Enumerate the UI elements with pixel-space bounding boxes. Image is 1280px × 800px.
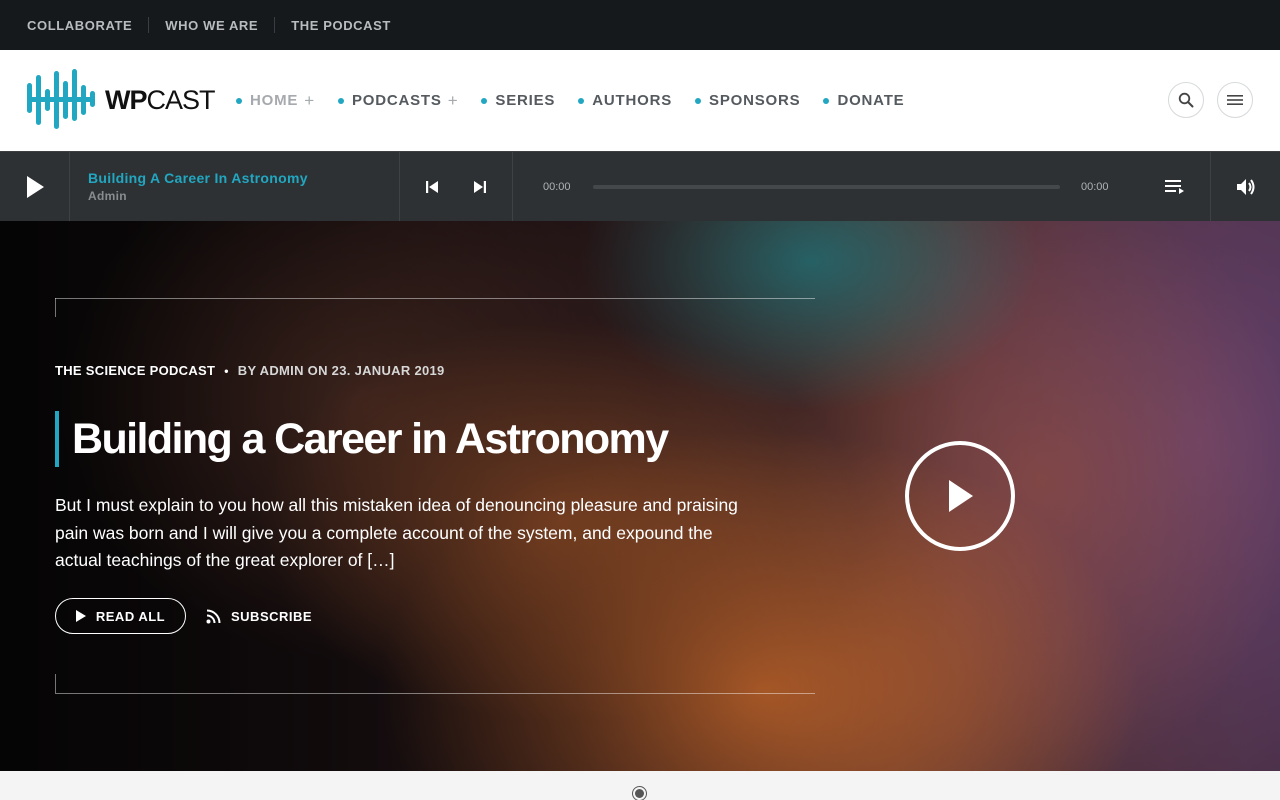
now-playing-info: Building A Career In Astronomy Admin	[88, 152, 388, 221]
subscribe-button[interactable]: SUBSCRIBE	[206, 598, 312, 634]
playlist-button[interactable]	[1163, 152, 1187, 221]
post-title-block: Building a Career in Astronomy	[55, 411, 669, 467]
slider-dot-active[interactable]	[632, 786, 647, 800]
waveform-logo-icon	[27, 69, 95, 129]
player-play-button[interactable]	[0, 152, 69, 221]
duration-time: 00:00	[1081, 180, 1109, 193]
post-category[interactable]: THE SCIENCE PODCAST	[55, 363, 215, 378]
main-navigation: HOME + PODCASTS + SERIES AUTHORS SPONSOR…	[236, 50, 927, 151]
logo-wordmark: WPCAST	[105, 84, 216, 115]
nav-bullet	[695, 97, 702, 104]
topbar-link-collaborate[interactable]: COLLABORATE	[27, 18, 132, 33]
next-track-button[interactable]	[468, 152, 492, 221]
volume-button[interactable]	[1234, 152, 1258, 221]
nav-item-sponsors[interactable]: SPONSORS	[695, 92, 800, 109]
playlist-icon	[1165, 179, 1184, 194]
nav-item-series[interactable]: SERIES	[481, 92, 555, 109]
nav-bullet	[578, 97, 585, 104]
nav-bullet	[823, 97, 830, 104]
topbar-link-who-we-are[interactable]: WHO WE ARE	[165, 18, 258, 33]
play-icon	[949, 480, 973, 512]
top-utility-bar: COLLABORATE WHO WE ARE THE PODCAST	[0, 0, 1280, 50]
player-divider	[1210, 152, 1211, 221]
next-icon	[474, 180, 486, 193]
meta-separator: •	[224, 363, 229, 378]
search-icon	[1178, 92, 1194, 108]
topbar-divider	[148, 17, 150, 33]
menu-icon	[1227, 95, 1243, 105]
nav-item-home[interactable]: HOME +	[236, 91, 315, 111]
post-byline: BY ADMIN ON 23. JANUAR 2019	[237, 363, 445, 378]
nav-item-podcasts[interactable]: PODCASTS +	[337, 91, 459, 111]
hero-slide: THE SCIENCE PODCAST • BY ADMIN ON 23. JA…	[0, 221, 1280, 771]
volume-icon	[1237, 178, 1255, 195]
previous-track-button[interactable]	[420, 152, 444, 221]
nav-item-authors[interactable]: AUTHORS	[578, 92, 672, 109]
player-divider	[399, 152, 400, 221]
site-header: WPCAST HOME + PODCASTS + SERIES AUTHORS …	[0, 50, 1280, 151]
menu-button[interactable]	[1217, 82, 1253, 118]
player-divider	[69, 152, 70, 221]
post-excerpt: But I must explain to you how all this m…	[55, 495, 738, 570]
expand-plus-icon[interactable]: +	[304, 91, 315, 111]
slider-pagination	[0, 771, 1280, 800]
hero-frame-line-top	[55, 298, 815, 299]
site-logo[interactable]: WPCAST	[27, 69, 216, 131]
nav-bullet	[481, 97, 488, 104]
read-all-button[interactable]: READ ALL	[55, 598, 186, 634]
now-playing-title[interactable]: Building A Career In Astronomy	[88, 170, 308, 186]
previous-icon	[426, 180, 438, 193]
play-icon	[26, 175, 44, 198]
progress-bar[interactable]	[593, 185, 1060, 189]
hero-frame-tick	[55, 298, 56, 317]
topbar-divider	[274, 17, 276, 33]
hero-play-button[interactable]	[905, 441, 1015, 551]
topbar-link-the-podcast[interactable]: THE PODCAST	[291, 18, 391, 33]
search-button[interactable]	[1168, 82, 1204, 118]
hero-frame-tick	[55, 674, 56, 693]
rss-icon	[206, 609, 221, 623]
hero-frame-line-bottom	[55, 693, 815, 694]
post-meta: THE SCIENCE PODCAST • BY ADMIN ON 23. JA…	[55, 363, 445, 378]
post-title[interactable]: Building a Career in Astronomy	[72, 415, 669, 464]
now-playing-author: Admin	[88, 189, 127, 203]
nav-item-donate[interactable]: DONATE	[823, 92, 904, 109]
nav-bullet	[236, 97, 242, 104]
current-time: 00:00	[543, 180, 571, 193]
player-divider	[512, 152, 513, 221]
expand-plus-icon[interactable]: +	[448, 91, 459, 111]
nav-bullet	[337, 97, 344, 104]
play-icon	[75, 610, 86, 622]
audio-player-bar: Building A Career In Astronomy Admin 00:…	[0, 151, 1280, 221]
